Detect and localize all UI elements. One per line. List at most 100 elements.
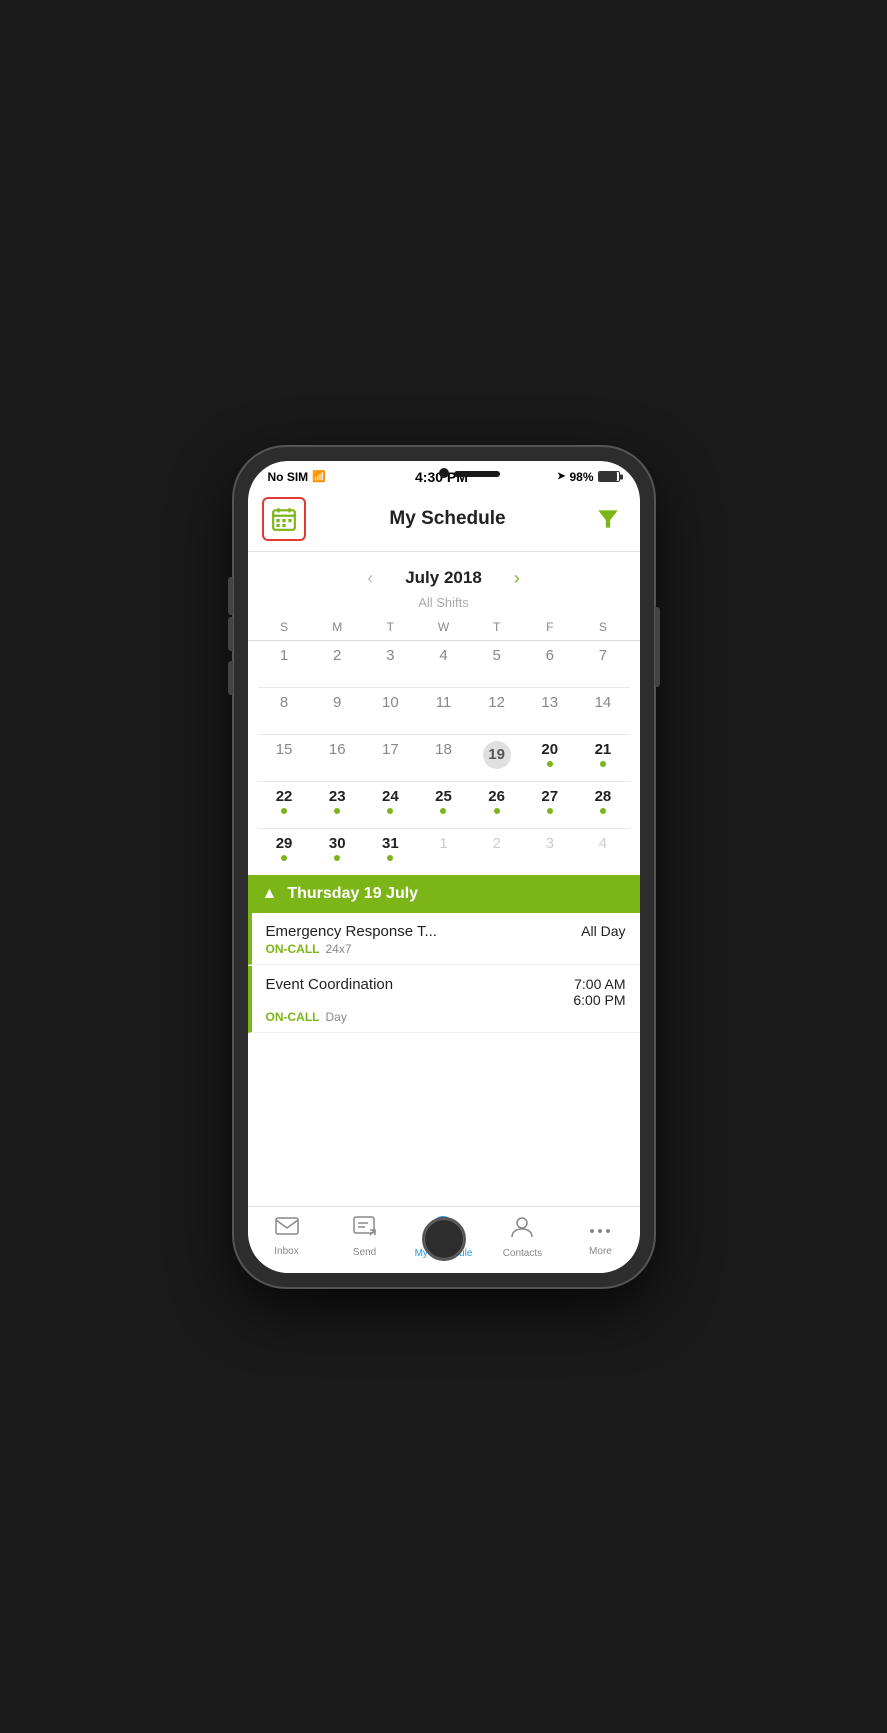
speaker: [454, 471, 500, 477]
calendar-day-30[interactable]: 30: [311, 829, 364, 875]
calendar-day-20[interactable]: 20: [523, 735, 576, 781]
calendar-section: ‹ July 2018 › All Shifts S M T W T F S: [248, 552, 640, 875]
calendar-day-n4[interactable]: 4: [576, 829, 629, 875]
event-time-1: All Day: [581, 923, 625, 939]
calendar-day-17[interactable]: 17: [364, 735, 417, 781]
day-header-wed: W: [417, 618, 470, 636]
calendar-day-22[interactable]: 22: [258, 782, 311, 828]
calendar-week-3: 15 16 17 18 19 20 21: [258, 735, 630, 782]
phone-frame: No SIM 📶 4:30 PM ➤ 98%: [234, 447, 654, 1287]
calendar-day-n3[interactable]: 3: [523, 829, 576, 875]
selected-day-header[interactable]: ▲ Thursday 19 July: [248, 875, 640, 913]
filter-button[interactable]: [590, 501, 626, 537]
calendar-day-5[interactable]: 5: [470, 641, 523, 687]
event-name-1: Emergency Response T...: [266, 923, 437, 940]
calendar-day-27[interactable]: 27: [523, 782, 576, 828]
screen: No SIM 📶 4:30 PM ➤ 98%: [248, 461, 640, 1273]
calendar-day-25[interactable]: 25: [417, 782, 470, 828]
calendar-week-1: 1 2 3 4 5 6 7: [258, 641, 630, 688]
day-header-mon: M: [311, 618, 364, 636]
event-detail-1: 24x7: [326, 942, 352, 956]
event-type-1: ON-CALL: [266, 942, 320, 956]
event-item-1[interactable]: Emergency Response T... All Day ON-CALL …: [248, 913, 640, 965]
tab-send[interactable]: Send: [337, 1216, 393, 1258]
calendar-toggle-button[interactable]: [262, 497, 306, 541]
event-sub-2: ON-CALL Day: [266, 1010, 626, 1024]
event-time-end-2: 6:00 PM: [573, 992, 625, 1008]
prev-month-button[interactable]: ‹: [359, 564, 381, 593]
calendar-day-18[interactable]: 18: [417, 735, 470, 781]
calendar-grid: 1 2 3 4 5 6 7 8 9 10 11 12: [248, 641, 640, 875]
calendar-day-4[interactable]: 4: [417, 641, 470, 687]
day-header-tue: T: [364, 618, 417, 636]
day-headers: S M T W T F S: [248, 618, 640, 641]
event-item-2[interactable]: Event Coordination 7:00 AM 6:00 PM ON-CA…: [248, 966, 640, 1033]
calendar-day-15[interactable]: 15: [258, 735, 311, 781]
calendar-day-n2[interactable]: 2: [470, 829, 523, 875]
event-top-1: Emergency Response T... All Day: [266, 923, 626, 940]
contacts-icon: [511, 1215, 533, 1245]
all-shifts-label[interactable]: All Shifts: [248, 595, 640, 618]
calendar-day-28[interactable]: 28: [576, 782, 629, 828]
selected-day-label: Thursday 19 July: [287, 885, 418, 903]
camera: [439, 468, 449, 478]
calendar-day-12[interactable]: 12: [470, 688, 523, 734]
calendar-week-4: 22 23 24 25 26 27 28: [258, 782, 630, 829]
filter-icon: [595, 506, 621, 532]
calendar-day-3[interactable]: 3: [364, 641, 417, 687]
page-title: My Schedule: [389, 508, 505, 530]
calendar-day-8[interactable]: 8: [258, 688, 311, 734]
calendar-day-23[interactable]: 23: [311, 782, 364, 828]
send-icon: [353, 1216, 377, 1244]
calendar-day-2[interactable]: 2: [311, 641, 364, 687]
inbox-icon: [275, 1217, 299, 1243]
day-header-fri: F: [523, 618, 576, 636]
calendar-day-26[interactable]: 26: [470, 782, 523, 828]
calendar-day-31[interactable]: 31: [364, 829, 417, 875]
status-left: No SIM 📶: [268, 470, 326, 484]
battery-icon: [598, 471, 620, 482]
carrier-label: No SIM: [268, 470, 309, 484]
wifi-icon: 📶: [312, 470, 326, 483]
calendar-day-21[interactable]: 21: [576, 735, 629, 781]
calendar-day-9[interactable]: 9: [311, 688, 364, 734]
calendar-day-10[interactable]: 10: [364, 688, 417, 734]
app-header: My Schedule: [248, 489, 640, 552]
event-type-2: ON-CALL: [266, 1010, 320, 1024]
calendar-day-13[interactable]: 13: [523, 688, 576, 734]
tab-more[interactable]: More: [572, 1217, 628, 1257]
calendar-day-n1[interactable]: 1: [417, 829, 470, 875]
tab-contacts-label: Contacts: [503, 1248, 542, 1259]
month-title: July 2018: [405, 568, 482, 588]
location-icon: ➤: [557, 471, 565, 482]
day-header-sun: S: [258, 618, 311, 636]
calendar-day-14[interactable]: 14: [576, 688, 629, 734]
event-list: Emergency Response T... All Day ON-CALL …: [248, 913, 640, 1206]
calendar-week-2: 8 9 10 11 12 13 14: [258, 688, 630, 735]
tab-more-label: More: [589, 1246, 612, 1257]
calendar-day-7[interactable]: 7: [576, 641, 629, 687]
event-name-2: Event Coordination: [266, 976, 394, 993]
tab-inbox[interactable]: Inbox: [259, 1217, 315, 1257]
calendar-day-24[interactable]: 24: [364, 782, 417, 828]
status-right: ➤ 98%: [557, 470, 619, 484]
calendar-week-5: 29 30 31 1 2 3 4: [258, 829, 630, 875]
more-icon: [588, 1217, 612, 1243]
calendar-day-6[interactable]: 6: [523, 641, 576, 687]
calendar-day-19[interactable]: 19: [470, 735, 523, 781]
calendar-day-29[interactable]: 29: [258, 829, 311, 875]
phone-inner: No SIM 📶 4:30 PM ➤ 98%: [248, 461, 640, 1273]
calendar-day-11[interactable]: 11: [417, 688, 470, 734]
tab-contacts[interactable]: Contacts: [494, 1215, 550, 1259]
event-time-start-2: 7:00 AM: [574, 976, 625, 992]
day-header-sat: S: [576, 618, 629, 636]
calendar-day-1[interactable]: 1: [258, 641, 311, 687]
event-sub-1: ON-CALL 24x7: [266, 942, 626, 956]
calendar-day-16[interactable]: 16: [311, 735, 364, 781]
day-header-thu: T: [470, 618, 523, 636]
collapse-icon: ▲: [262, 885, 278, 903]
tab-send-label: Send: [353, 1247, 376, 1258]
month-nav: ‹ July 2018 ›: [248, 552, 640, 595]
home-button[interactable]: [422, 1217, 466, 1261]
next-month-button[interactable]: ›: [506, 564, 528, 593]
